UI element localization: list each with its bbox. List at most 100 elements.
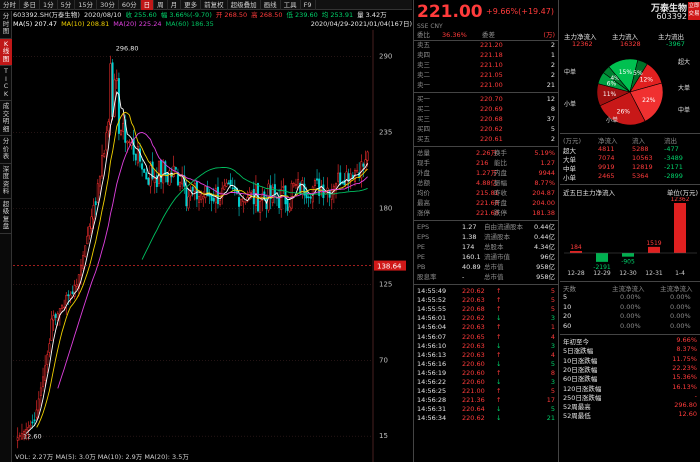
- ma-line-5: [25, 91, 368, 434]
- perf-value: 9.66%: [676, 336, 697, 344]
- tick-row: 14:56:13 220.63 ↑ 4: [414, 351, 559, 360]
- period-tab-15[interactable]: F9: [301, 0, 316, 10]
- ask-row: 卖四 221.18 1: [414, 51, 559, 60]
- volume-label: VOL: 2.27万 MA(5): 3.0万 MA(10): 2.9万 MA(2…: [15, 453, 189, 461]
- tick-arrow: ↑: [496, 305, 502, 314]
- ask-label: 卖二: [417, 71, 430, 79]
- side-tab-4[interactable]: 分价表: [0, 136, 12, 164]
- fund-label: 股息率: [417, 273, 437, 281]
- candle-body: [240, 198, 243, 206]
- side-tab-0[interactable]: 分时图: [0, 11, 12, 39]
- period-tab-9[interactable]: 月: [168, 0, 182, 10]
- candle-body: [168, 170, 171, 186]
- tick-time: 14:55:52: [417, 296, 447, 305]
- candle-body: [225, 182, 228, 187]
- wei-cha-value: (万): [543, 31, 555, 39]
- ask-label: 卖三: [417, 61, 430, 69]
- pie-legend-label: 小单: [606, 117, 619, 124]
- tick-volume: 17: [546, 396, 555, 405]
- candle-body: [52, 315, 55, 321]
- bid-volume: 2: [550, 135, 555, 143]
- tick-price: 220.60: [462, 359, 485, 368]
- ohlc-item: 2020/08/10: [83, 11, 122, 19]
- candle-body: [191, 186, 194, 192]
- candle-body: [204, 186, 207, 198]
- wei-cha-label: 委差: [482, 31, 495, 39]
- period-tab-8[interactable]: 周: [154, 0, 168, 10]
- candle-body: [292, 183, 295, 187]
- perf-value: 12.60: [678, 410, 697, 419]
- days-cell: 5: [563, 293, 568, 301]
- period-tab-5[interactable]: 30分: [97, 0, 119, 10]
- bid-price: 220.61: [480, 135, 503, 143]
- pie-slice-label: 22%: [642, 97, 656, 104]
- candle-body: [101, 155, 104, 177]
- divider: [560, 334, 700, 335]
- side-tab-2[interactable]: TICK: [0, 66, 12, 101]
- ask-label: 卖五: [417, 41, 430, 49]
- days-header: 天数: [563, 285, 576, 293]
- bid-price: 220.68: [480, 115, 503, 123]
- candle-body: [92, 204, 95, 220]
- candle-body: [200, 194, 203, 201]
- period-tab-10[interactable]: 更多: [181, 0, 202, 10]
- tick-time: 14:56:28: [417, 396, 447, 405]
- tick-arrow: ↑: [496, 332, 502, 341]
- tick-arrow: ↓: [496, 341, 502, 350]
- flow-table-cell: -477: [664, 145, 679, 153]
- flow-table-cell: 2465: [598, 172, 615, 180]
- candle-body: [103, 153, 106, 157]
- stat-value: 204.87: [532, 189, 555, 197]
- candlestick-chart[interactable]: 290 235 180 125 70 15 296.80 12.60 138.64 VOL: 2.…: [13, 30, 412, 462]
- period-tab-13[interactable]: 画线: [261, 0, 281, 10]
- tick-volume: 5: [550, 287, 555, 295]
- flow-table-cell: -3489: [664, 154, 683, 162]
- candle-body: [79, 264, 82, 276]
- candle-body: [174, 167, 177, 170]
- fund-label: PB: [417, 263, 426, 271]
- side-tab-1[interactable]: K线图: [0, 38, 12, 66]
- side-tab-6[interactable]: 超级复盘: [0, 199, 12, 234]
- period-tab-3[interactable]: 5分: [58, 0, 76, 10]
- days-cell: 10: [563, 302, 572, 311]
- tick-row: 14:56:25 221.00 ↑ 5: [414, 387, 559, 396]
- candle-body: [309, 196, 312, 199]
- ma-readout: MA(5) 207.47 MA(10) 208.81 MA(20) 225.24 MA…: [13, 20, 412, 29]
- flow-bar: [596, 253, 608, 262]
- side-tab-5[interactable]: 深度资料: [0, 164, 12, 199]
- trade-now-button[interactable]: 立即 交易: [688, 2, 700, 20]
- candle-body: [316, 178, 319, 181]
- period-tab-14[interactable]: 工具: [281, 0, 301, 10]
- tick-price: 220.65: [462, 332, 485, 341]
- candle-body: [172, 165, 175, 178]
- candle-body: [107, 121, 110, 132]
- ask-row: 卖五 221.20 2: [414, 41, 559, 50]
- stat-label: 涨停: [417, 209, 430, 217]
- tick-row: 14:56:01 220.62 ↓ 3: [414, 314, 559, 323]
- candle-body: [219, 200, 222, 206]
- flow-table-cell: 5288: [632, 145, 649, 153]
- days-cell: 0.00%: [670, 312, 691, 320]
- side-tab-3[interactable]: 成交明细: [0, 101, 12, 136]
- period-tab-4[interactable]: 15分: [75, 0, 98, 10]
- ma-item: MA(20) 225.24: [113, 20, 162, 28]
- ma-item: MA(60) 186.35: [165, 20, 214, 28]
- candle-body: [111, 62, 114, 117]
- pie-legend-label: 中单: [564, 69, 577, 76]
- candle-body: [71, 291, 74, 294]
- flow-bar-value: 184: [570, 244, 582, 251]
- tick-arrow: ↓: [496, 314, 502, 323]
- period-tab-11[interactable]: 前复权: [201, 0, 228, 10]
- period-tab-1[interactable]: 多日: [20, 0, 40, 10]
- period-tab-0[interactable]: 分时: [0, 0, 20, 10]
- period-tab-7[interactable]: 日: [140, 0, 155, 10]
- period-tab-6[interactable]: 60分: [119, 0, 141, 10]
- candle-body: [145, 172, 148, 180]
- candle-body: [67, 294, 70, 297]
- tick-time: 14:56:10: [417, 341, 447, 350]
- ask-volume: 2: [550, 41, 555, 49]
- stat-row: 最高 221.68 开盘 204.00: [414, 199, 559, 208]
- period-tab-2[interactable]: 1分: [40, 0, 58, 10]
- period-tab-12[interactable]: 超级叠加: [228, 0, 261, 10]
- min-price-label: 12.60: [23, 433, 42, 441]
